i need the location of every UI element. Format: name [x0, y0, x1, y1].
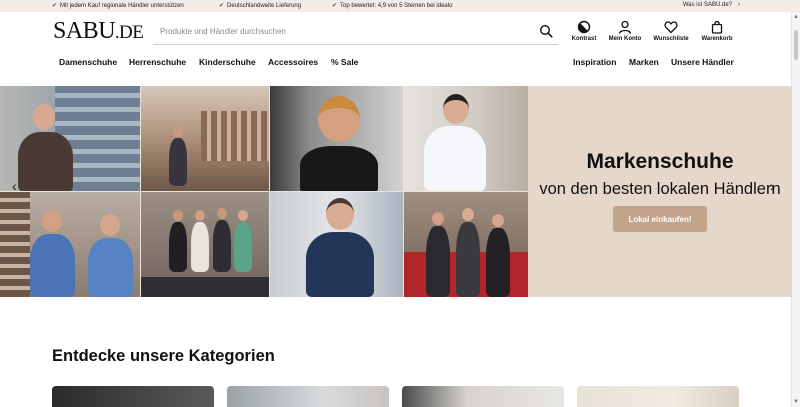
- usp-text: Top bewertet: 4,9 von 5 Sternen bei idea…: [340, 2, 453, 9]
- user-icon: [618, 20, 632, 34]
- wishlist-label: Wunschliste: [653, 36, 689, 42]
- nav-inspiration[interactable]: Inspiration: [573, 57, 616, 67]
- what-is-sabu-label[interactable]: Was ist SABU.de?: [683, 2, 732, 8]
- hero-photo: [404, 86, 528, 191]
- usp-bar: ✔ Mit jedem Kauf regionale Händler unter…: [0, 0, 800, 12]
- search-bar: [153, 18, 558, 45]
- page-scrollbar[interactable]: ▲ ▼: [791, 12, 800, 407]
- category-card[interactable]: [577, 386, 739, 407]
- chevron-right-icon: ›: [738, 2, 740, 8]
- check-icon: ✔: [219, 3, 225, 9]
- nav-marken[interactable]: Marken: [629, 57, 659, 67]
- usp-text: Deutschlandweite Lieferung: [227, 2, 302, 9]
- categories-heading: Entdecke unsere Kategorien: [52, 347, 275, 365]
- nav-herrenschuhe[interactable]: Herrenschuhe: [129, 57, 186, 67]
- scroll-down-icon[interactable]: ▼: [793, 399, 799, 405]
- scroll-thumb[interactable]: [794, 30, 798, 60]
- account-label: Mein Konto: [608, 36, 642, 42]
- cart-label: Warenkorb: [701, 36, 733, 42]
- category-card[interactable]: [402, 386, 564, 407]
- check-icon: ✔: [332, 3, 338, 9]
- hero-photo: [141, 192, 269, 297]
- contrast-label: Kontrast: [571, 36, 597, 42]
- nav-damenschuhe[interactable]: Damenschuhe: [59, 57, 117, 67]
- sabu-logo[interactable]: SABU.DE: [53, 18, 144, 45]
- nav-kinderschuhe[interactable]: Kinderschuhe: [199, 57, 256, 67]
- contrast-icon: [577, 20, 591, 34]
- usp-item: ✔ Mit jedem Kauf regionale Händler unter…: [52, 2, 184, 10]
- nav-accessoires[interactable]: Accessoires: [268, 57, 318, 67]
- hero-photo: [0, 86, 140, 191]
- search-icon[interactable]: [539, 24, 553, 38]
- usp-item: ✔ Top bewertet: 4,9 von 5 Sternen bei id…: [332, 2, 453, 10]
- nav-unsere-haendler[interactable]: Unsere Händler: [671, 57, 734, 67]
- hero-subtitle: von den besten lokalen Händlern: [539, 180, 781, 198]
- check-icon: ✔: [52, 3, 58, 9]
- scroll-up-icon[interactable]: ▲: [793, 14, 799, 20]
- category-card[interactable]: [52, 386, 214, 407]
- hero-photo: [404, 192, 528, 297]
- bag-icon: [711, 20, 723, 34]
- carousel-next-icon[interactable]: ›: [770, 178, 775, 194]
- hero-photo: [141, 86, 269, 191]
- heart-icon: [664, 21, 678, 34]
- logo-tld: DE: [119, 22, 144, 43]
- hero-photo: [270, 192, 403, 297]
- usp-text: Mit jedem Kauf regionale Händler unterst…: [60, 2, 184, 9]
- account-button[interactable]: Mein Konto: [605, 20, 645, 46]
- logo-text: SABU: [53, 18, 116, 44]
- cart-button[interactable]: Warenkorb: [697, 20, 737, 46]
- contrast-button[interactable]: Kontrast: [564, 20, 604, 46]
- search-input[interactable]: [153, 18, 523, 44]
- wishlist-button[interactable]: Wunschliste: [651, 20, 691, 46]
- shop-local-button[interactable]: Lokal einkaufen!: [613, 206, 707, 232]
- carousel-prev-icon[interactable]: ‹: [12, 178, 17, 194]
- hero-text-panel: Markenschuhe von den besten lokalen Händ…: [528, 86, 792, 297]
- usp-item: ✔ Deutschlandweite Lieferung: [219, 2, 302, 10]
- hero-photo: [270, 86, 403, 191]
- hero-photo: [0, 192, 140, 297]
- nav-sale[interactable]: % Sale: [331, 57, 358, 67]
- what-is-sabu-link[interactable]: Was ist SABU.de? ›: [683, 2, 740, 8]
- hero-title: Markenschuhe: [586, 150, 734, 173]
- category-card[interactable]: [227, 386, 389, 407]
